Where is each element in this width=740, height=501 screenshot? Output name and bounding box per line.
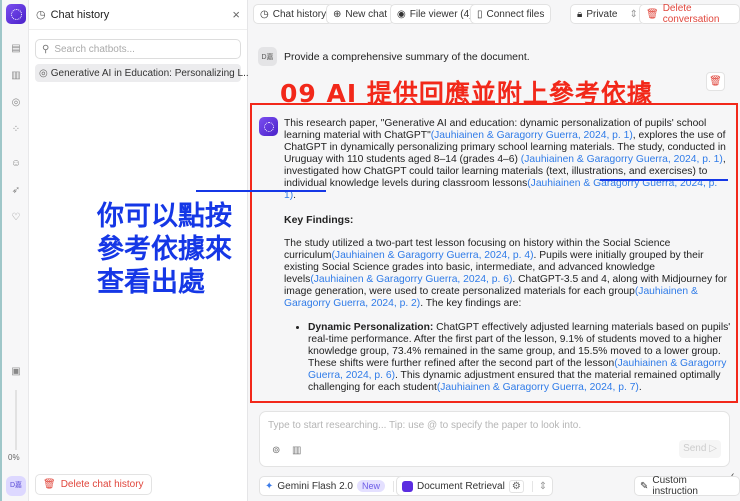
sparkle-icon: ✦: [265, 480, 274, 492]
search-placeholder: Search chatbots...: [54, 43, 135, 55]
trash-icon: 🗑︎: [43, 479, 56, 490]
citation-link[interactable]: (Jauhiainen & Garagorry Guerra, 2024, p.…: [437, 382, 639, 393]
section-heading: Key Findings:: [284, 214, 354, 226]
delete-message-button[interactable]: 🗑︎: [706, 72, 725, 91]
mode-label: Document Retrieval: [417, 480, 505, 492]
user-message: Provide a comprehensive summary of the d…: [284, 51, 530, 63]
library-icon[interactable]: ▥: [292, 445, 301, 456]
composer-placeholder: Type to start researching... Tip: use @ …: [268, 420, 582, 431]
retrieval-icon: [402, 480, 413, 492]
chat-icon[interactable]: ◎: [10, 97, 22, 109]
user-avatar[interactable]: D嘉: [6, 476, 26, 496]
clock-icon: ◷: [36, 9, 46, 21]
ai-avatar: [259, 117, 278, 136]
hint-line: 你可以點按: [97, 201, 232, 232]
rocket-icon[interactable]: ➶: [10, 185, 22, 197]
chevron-updown-icon: ⇕: [531, 480, 547, 492]
plus-icon: ⊕: [333, 8, 342, 20]
send-label: Send: [683, 443, 707, 454]
panel-title: Chat history: [50, 8, 110, 21]
findings-list: Dynamic Personalization: ChatGPT effecti…: [284, 322, 732, 401]
label: Private: [586, 8, 618, 20]
connect-files-button[interactable]: ▯ Connect files: [470, 4, 552, 24]
attach-icon[interactable]: ⊚: [272, 445, 280, 456]
apps-icon[interactable]: ⁘: [10, 124, 22, 136]
mode-select[interactable]: Document Retrieval ⚙ ⇕: [396, 476, 554, 496]
edit-icon: ✎: [640, 480, 649, 492]
robot-icon[interactable]: ▣: [10, 366, 22, 378]
new-chat-button[interactable]: ⊕ New chat: [326, 4, 395, 24]
users-icon[interactable]: ☺: [10, 158, 22, 170]
file-viewer-button[interactable]: ◉ File viewer (4): [390, 4, 480, 24]
citation-link[interactable]: (Jauhiainen & Garagorry Guerra, 2024, p.…: [431, 130, 633, 141]
chat-history-button[interactable]: ◷ Chat history: [253, 4, 334, 24]
label: Chat history: [272, 8, 327, 20]
close-icon[interactable]: ×: [232, 7, 240, 22]
citation-link[interactable]: (Jauhiainen & Garagorry Guerra, 2024, p.…: [310, 274, 512, 285]
custom-label: Custom instruction: [652, 475, 698, 497]
annotation-pointer-line: [196, 190, 326, 192]
citation-underline: [600, 179, 728, 181]
new-badge: New: [356, 480, 385, 492]
paragraph: The study utilized a two-part test lesso…: [284, 238, 732, 310]
chevron-updown-icon: ⇕: [629, 8, 638, 20]
text: . The key findings are:: [420, 298, 522, 309]
heart-icon[interactable]: ♡: [10, 212, 22, 224]
user-avatar: D嘉: [258, 47, 277, 66]
library-icon[interactable]: ▥: [10, 70, 22, 82]
label: File viewer (4): [409, 8, 473, 20]
file-icon: ▯: [477, 8, 483, 20]
eye-icon: ◉: [397, 8, 406, 20]
item-title: Dynamic Personalization:: [308, 322, 434, 333]
delete-conversation-button[interactable]: 🗑︎ Delete conversation: [639, 3, 740, 25]
model-label: Gemini Flash 2.0: [277, 480, 353, 492]
trash-icon: 🗑︎: [646, 8, 659, 20]
gear-icon[interactable]: ⚙: [508, 479, 524, 493]
model-select[interactable]: ✦Gemini Flash 2.0New⇕: [259, 476, 415, 496]
privacy-select[interactable]: 🔒︎ Private ⇕: [570, 4, 645, 24]
citation-link[interactable]: (Jauhiainen & Garagorry Guerra, 2024, p.…: [521, 154, 723, 165]
delete-chat-history-button[interactable]: 🗑︎ Delete chat history: [35, 474, 152, 495]
label: New chat: [345, 8, 388, 20]
usage-bar: [15, 390, 17, 450]
composer[interactable]: Type to start researching... Tip: use @ …: [259, 411, 730, 467]
label: Connect files: [486, 8, 545, 20]
chat-history-item[interactable]: ◎ Generative AI in Education: Personalizi…: [35, 64, 272, 82]
usage-percent: 0%: [8, 453, 20, 462]
annotation-hint: 你可以點按 參考依據來 查看出處: [97, 200, 232, 299]
ai-response: This research paper, "Generative AI and …: [284, 118, 732, 401]
delete-label: Delete chat history: [60, 479, 144, 490]
search-icon: ⚲: [42, 43, 50, 55]
text: .: [638, 382, 642, 393]
hint-line: 參考依據來: [97, 234, 232, 265]
app-logo[interactable]: [6, 4, 26, 24]
lock-icon: 🔒︎: [577, 8, 583, 20]
label: Delete conversation: [662, 3, 720, 25]
chat-title: Generative AI in Education: Personalizin…: [50, 67, 252, 79]
search-input[interactable]: ⚲ Search chatbots...: [35, 39, 241, 59]
ai-response-highlight: This research paper, "Generative AI and …: [250, 103, 738, 403]
document-icon[interactable]: ▤: [10, 43, 22, 55]
paragraph: This research paper, "Generative AI and …: [284, 118, 732, 202]
chat-icon: ◎: [39, 67, 48, 79]
icon-rail: ▤ ▥ ◎ ⁘ ☺ ➶ ♡ ▣ 0% D嘉: [0, 0, 29, 501]
send-button[interactable]: Send ▷: [679, 440, 721, 458]
citation-link[interactable]: (Jauhiainen & Garagorry Guerra, 2024, p.…: [332, 250, 534, 261]
hint-line: 查看出處: [97, 267, 205, 298]
clock-icon: ◷: [260, 8, 269, 20]
list-item: Dynamic Personalization: ChatGPT effecti…: [308, 322, 732, 394]
custom-instruction-button[interactable]: ✎ Custom instruction: [634, 475, 740, 497]
